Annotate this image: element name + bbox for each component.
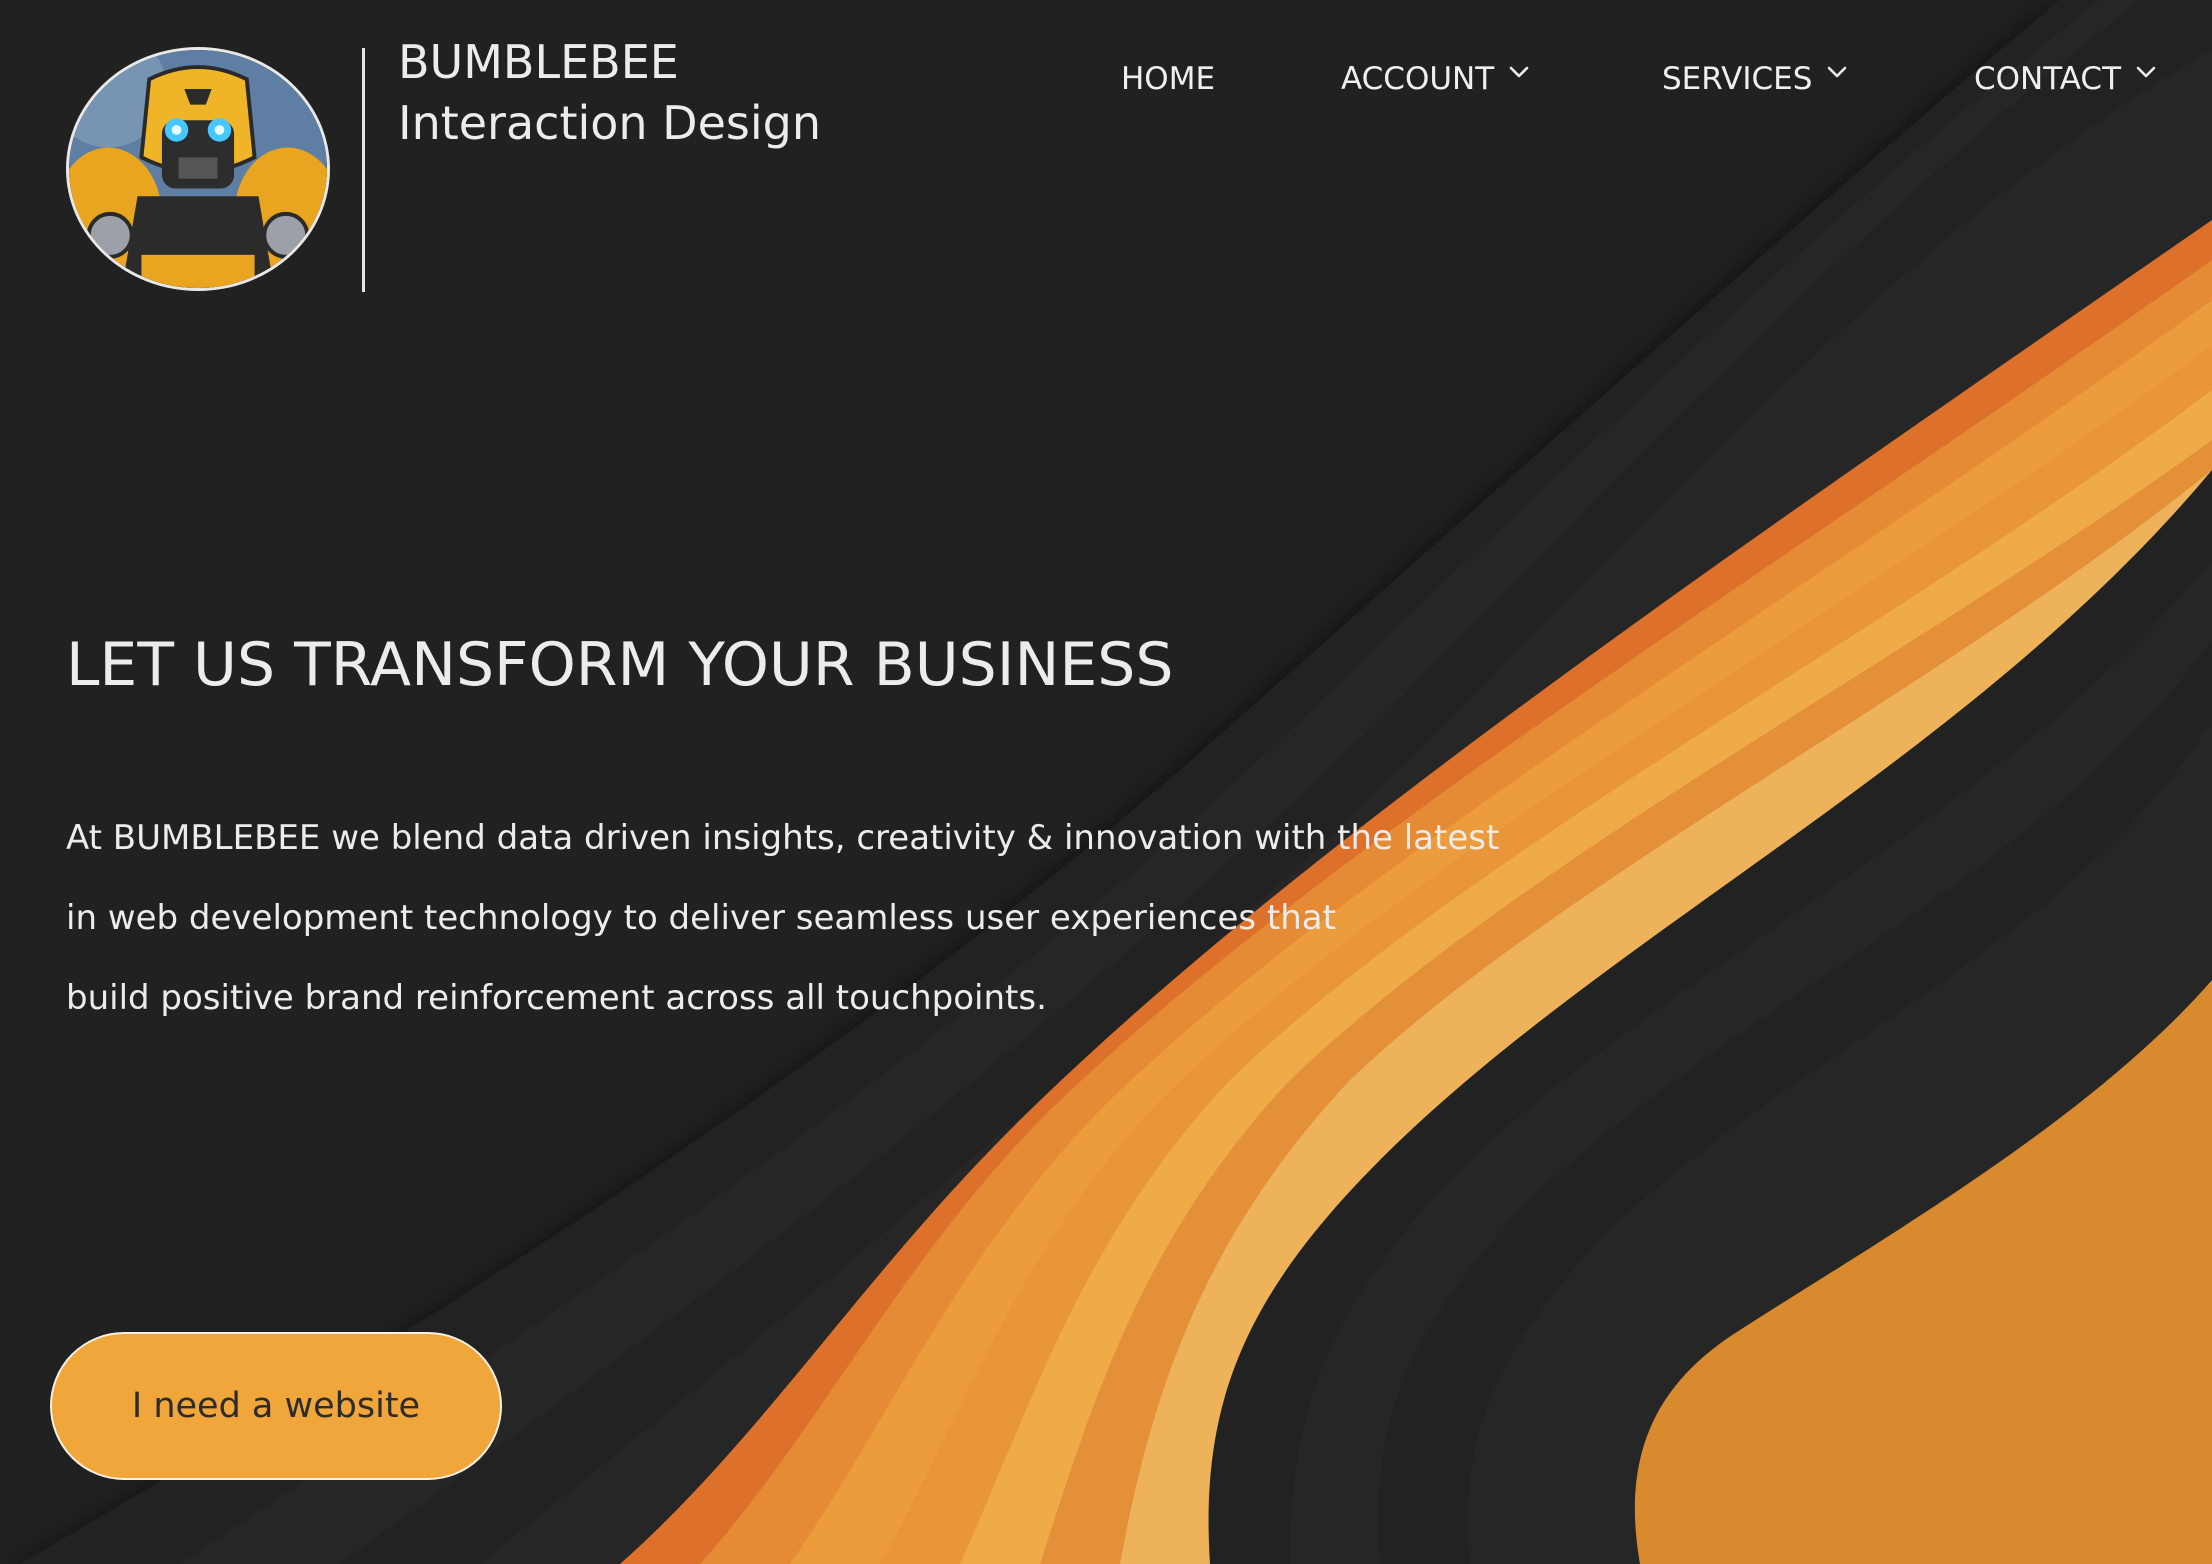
- brand-block[interactable]: BUMBLEBEE Interaction Design: [398, 32, 821, 154]
- hero-intro-line: build positive brand reinforcement acros…: [66, 978, 1047, 1018]
- chevron-down-icon: [1828, 66, 1847, 78]
- nav-label-home: HOME: [1121, 61, 1216, 97]
- brand-tagline: Interaction Design: [398, 96, 822, 150]
- nav-label-account: ACCOUNT: [1341, 61, 1495, 97]
- brand-divider: [362, 48, 365, 292]
- hero-intro: At BUMBLEBEE we blend data driven insigh…: [66, 798, 1499, 1038]
- nav-label-services: SERVICES: [1662, 61, 1813, 97]
- brand-name: BUMBLEBEE: [398, 35, 679, 89]
- nav-item-services[interactable]: SERVICES: [1662, 56, 1848, 102]
- need-website-button[interactable]: I need a website: [50, 1332, 502, 1480]
- nav-item-contact[interactable]: CONTACT: [1974, 56, 2157, 102]
- chevron-down-icon: [2136, 66, 2156, 78]
- nav-label-contact: CONTACT: [1974, 61, 2122, 97]
- hero-intro-line: in web development technology to deliver…: [66, 898, 1336, 938]
- hero-headline: LET US TRANSFORM YOUR BUSINESS: [66, 630, 1174, 700]
- nav-item-account[interactable]: ACCOUNT: [1341, 56, 1530, 102]
- need-website-button-label: I need a website: [131, 1386, 421, 1426]
- chevron-down-icon: [1509, 66, 1529, 78]
- bumblebee-robot-icon: [69, 50, 327, 288]
- brand-logo[interactable]: [66, 47, 330, 291]
- nav-item-home[interactable]: HOME: [1121, 56, 1215, 102]
- hero-intro-line: At BUMBLEBEE we blend data driven insigh…: [66, 818, 1500, 858]
- wave-background: [0, 0, 2212, 1564]
